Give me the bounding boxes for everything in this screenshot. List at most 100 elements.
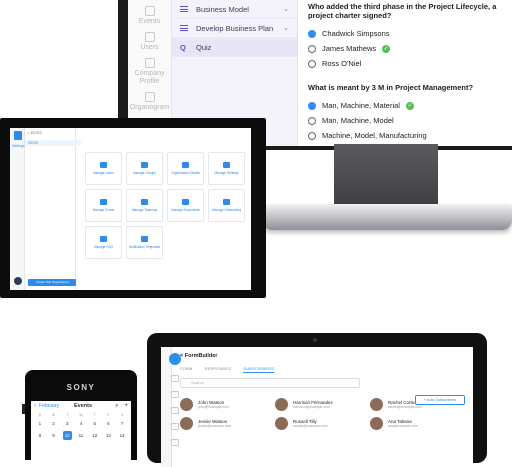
search-input[interactable]: Search bbox=[180, 378, 360, 388]
tile-manage-forms[interactable]: Manage Forms bbox=[85, 189, 122, 222]
menu-item-business-model[interactable]: Business Model ⌄ bbox=[172, 0, 297, 19]
tile-manage-settings[interactable]: Manage Settings bbox=[208, 152, 245, 185]
radio-button[interactable] bbox=[308, 59, 316, 68]
question-2: What is meant by 3 M in Project Manageme… bbox=[308, 83, 474, 92]
training-icon bbox=[141, 199, 148, 205]
tile-manage-trainings[interactable]: Manage Trainings bbox=[126, 189, 163, 222]
add-subscribers-button[interactable]: + Add Subscribers bbox=[415, 395, 465, 405]
create-sub-organization-button[interactable]: Create Sub Organization bbox=[28, 279, 77, 286]
org-list: < BOSS BOSS Create Sub Organization bbox=[25, 128, 82, 290]
answer-option[interactable]: Man, Machine, Material ✓ bbox=[308, 98, 502, 113]
building-icon bbox=[144, 58, 155, 68]
avatar bbox=[180, 398, 193, 411]
chevron-down-icon[interactable]: ⌄ bbox=[283, 5, 289, 13]
rail-item-company-profile[interactable]: Company Profile bbox=[128, 58, 171, 86]
phone-device: SONY ‹ February Events ⌕ + SMTWTFS 1 2 3… bbox=[22, 370, 137, 461]
search-icon[interactable]: ⌕ bbox=[115, 403, 118, 410]
tab-form[interactable]: FORM bbox=[180, 366, 193, 373]
calendar-date[interactable]: 11 bbox=[76, 431, 85, 440]
phone-side-button bbox=[22, 404, 25, 414]
calendar-date[interactable]: 8 bbox=[35, 431, 44, 440]
calendar-date[interactable]: 14 bbox=[118, 431, 127, 440]
rail-item-organogram[interactable]: Organogram bbox=[128, 92, 171, 112]
calendar-date[interactable]: 5 bbox=[90, 419, 99, 428]
menu-item-develop-business-plan[interactable]: Develop Business Plan ⌄ bbox=[172, 19, 297, 38]
tablet-screen: Settings < BOSS BOSS Create Sub Organiza… bbox=[10, 128, 251, 290]
radio-button[interactable] bbox=[308, 116, 316, 125]
tile-manage-onboarding[interactable]: Manage Onboarding bbox=[208, 189, 245, 222]
avatar[interactable] bbox=[14, 277, 22, 285]
radio-button[interactable] bbox=[308, 131, 316, 140]
answer-option[interactable]: Chadwick Simpsons bbox=[308, 26, 502, 41]
radio-button[interactable] bbox=[308, 44, 316, 53]
list-icon bbox=[180, 25, 188, 31]
page-title: Events bbox=[74, 403, 93, 409]
answer-option[interactable]: Man, Machine, Model bbox=[308, 113, 502, 128]
calendar-date[interactable]: 6 bbox=[104, 419, 113, 428]
list-item[interactable]: Russell Tilly russell@example.com bbox=[275, 417, 370, 430]
tab-responses[interactable]: RESPONSES bbox=[205, 366, 232, 373]
tile-manage-sso[interactable]: Manage SSO bbox=[85, 226, 122, 259]
answer-option[interactable]: Machine, Model, Manufacturing bbox=[308, 128, 502, 143]
back-link[interactable]: February bbox=[39, 403, 59, 409]
app-logo-icon bbox=[14, 131, 22, 140]
calendar-date[interactable]: 9 bbox=[49, 431, 58, 440]
tile-notification-templates[interactable]: Notification Templates bbox=[126, 226, 163, 259]
calendar-date[interactable]: 4 bbox=[76, 419, 85, 428]
form-icon bbox=[100, 199, 107, 205]
camera bbox=[313, 338, 317, 342]
menu-item-quiz[interactable]: Q Quiz bbox=[172, 38, 297, 57]
tablet-device: Settings < BOSS BOSS Create Sub Organiza… bbox=[0, 118, 266, 298]
tile-manage-documents[interactable]: Manage Documents bbox=[167, 189, 204, 222]
avatar bbox=[370, 398, 383, 411]
formbuilder-main: < FormBuilder FORM RESPONSES SUBSCRIBERS… bbox=[172, 347, 473, 467]
tile-manage-groups[interactable]: Manage Groups bbox=[126, 152, 163, 185]
list-item-selected[interactable]: BOSS bbox=[25, 140, 82, 146]
calendar-icon bbox=[144, 6, 155, 16]
calendar-date[interactable]: 2 bbox=[49, 419, 58, 428]
link-icon bbox=[141, 236, 148, 242]
answer-option[interactable]: Ross O'Niel bbox=[308, 56, 502, 71]
avatar bbox=[370, 417, 383, 430]
radio-selected[interactable] bbox=[308, 101, 316, 110]
calendar-date-selected[interactable]: 10 bbox=[62, 431, 72, 440]
phone-header: ‹ February Events ⌕ + bbox=[31, 401, 131, 411]
document-icon bbox=[182, 199, 189, 205]
check-icon: ✓ bbox=[382, 44, 391, 53]
list-item[interactable]: Harrison Fernandez harrison@example.com bbox=[275, 398, 370, 411]
phone-screen: ‹ February Events ⌕ + SMTWTFS 1 2 3 4 5 … bbox=[31, 401, 131, 461]
tile-organization-details[interactable]: Organization Details bbox=[167, 152, 204, 185]
org-chart-icon bbox=[144, 92, 155, 102]
calendar-date[interactable]: 7 bbox=[118, 419, 127, 428]
building-icon bbox=[182, 162, 189, 168]
radio-selected[interactable] bbox=[308, 29, 316, 38]
list-item[interactable]: Jessie Watson jessie@example.com bbox=[180, 417, 275, 430]
calendar-date[interactable]: 12 bbox=[90, 431, 99, 440]
avatar bbox=[275, 417, 288, 430]
chevron-left-icon[interactable]: ‹ bbox=[34, 403, 36, 409]
page-title[interactable]: < FormBuilder bbox=[180, 353, 465, 359]
rail-item-events[interactable]: Events bbox=[128, 6, 171, 26]
nav-settings[interactable]: Settings bbox=[12, 144, 25, 148]
breadcrumb[interactable]: < BOSS bbox=[27, 130, 42, 135]
tile-manage-users[interactable]: Manage Users bbox=[85, 152, 122, 185]
front-sidebar bbox=[161, 347, 181, 467]
monitor-stand bbox=[262, 144, 512, 230]
rail-item-users[interactable]: Users bbox=[128, 32, 171, 52]
calendar-date[interactable]: 13 bbox=[104, 431, 113, 440]
list-item[interactable]: John Watson john@example.com bbox=[180, 398, 275, 411]
chevron-down-icon[interactable]: ⌄ bbox=[283, 24, 289, 32]
group-icon bbox=[141, 162, 148, 168]
users-icon bbox=[100, 162, 107, 168]
calendar-date[interactable]: 1 bbox=[35, 419, 44, 428]
answer-option[interactable]: James Mathews ✓ bbox=[308, 41, 502, 56]
calendar-date[interactable]: 3 bbox=[63, 419, 72, 428]
list-item[interactable]: Ana Tatiana ana@example.com bbox=[370, 417, 465, 430]
avatar bbox=[180, 417, 193, 430]
tab-bar: FORM RESPONSES SUBSCRIBERS bbox=[180, 366, 465, 373]
users-icon bbox=[144, 32, 155, 42]
gear-icon bbox=[223, 162, 230, 168]
question-1: Who added the third phase in the Project… bbox=[308, 2, 497, 20]
tab-subscribers[interactable]: SUBSCRIBERS bbox=[243, 366, 275, 373]
add-icon[interactable]: + bbox=[124, 403, 128, 409]
